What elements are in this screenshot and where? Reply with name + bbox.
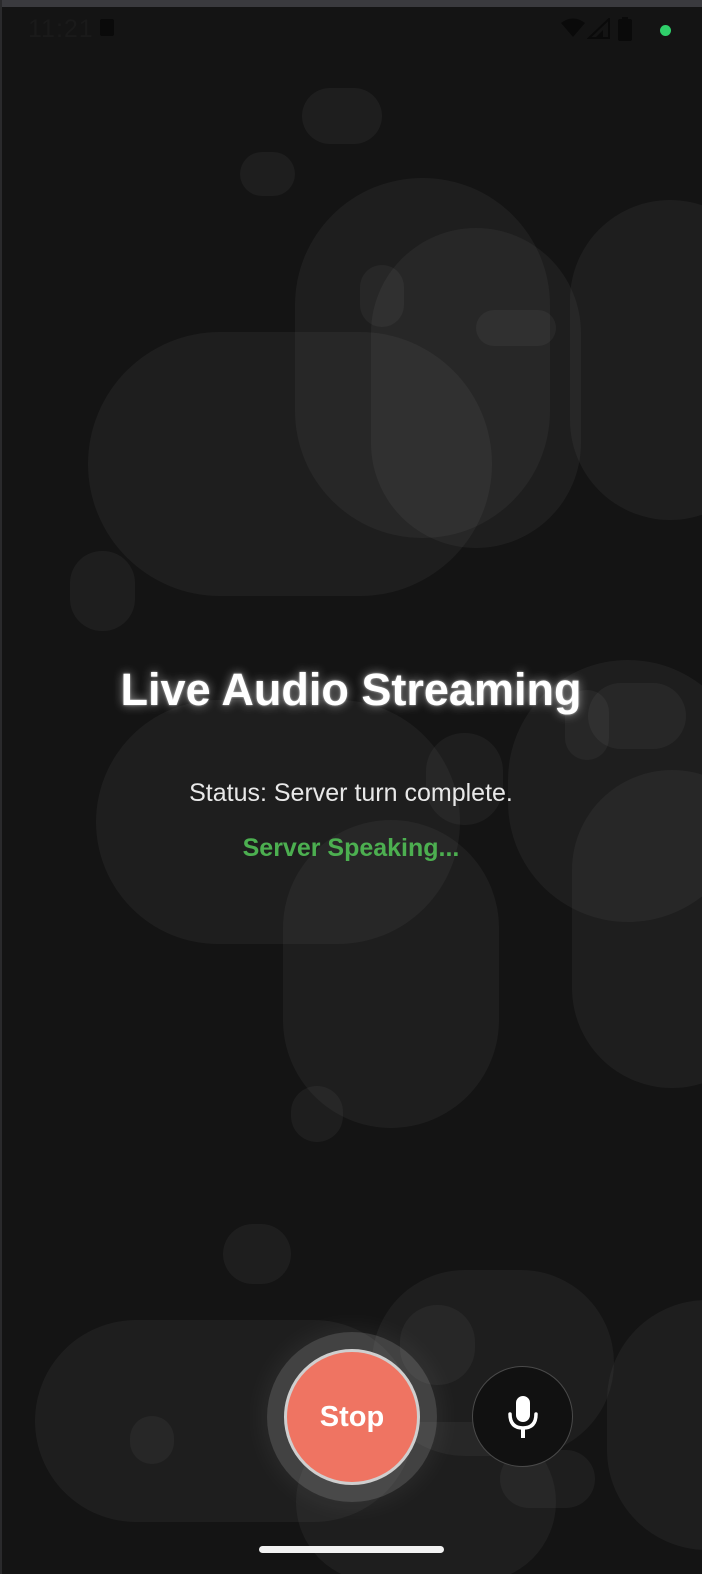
status-bar: 11:21 (0, 7, 702, 51)
app-screen: 11:21 Live Audio Streaming Status: Serve… (0, 0, 702, 1574)
background-shape (70, 551, 135, 631)
notification-a-icon (100, 19, 114, 36)
background-shape (572, 770, 702, 1088)
window-top-edge (0, 0, 702, 7)
background-shape (88, 332, 492, 596)
speaking-indicator: Server Speaking... (242, 834, 460, 862)
active-dot-icon (660, 25, 671, 36)
battery-icon (618, 17, 632, 41)
background-shape (607, 1300, 702, 1550)
background-shape (223, 1224, 291, 1284)
wifi-icon (561, 18, 585, 37)
background-shape (360, 265, 404, 327)
stop-button-label: Stop (319, 1400, 385, 1433)
signal-icon (587, 18, 610, 39)
microphone-button[interactable] (472, 1366, 573, 1467)
microphone-icon (507, 1395, 538, 1438)
home-indicator[interactable] (259, 1546, 444, 1553)
background-shape (130, 1416, 174, 1464)
background-shape (476, 310, 556, 346)
background-shape (302, 88, 382, 144)
page-title: Live Audio Streaming (120, 664, 582, 715)
status-time: 11:21 (28, 15, 94, 43)
background-shape (283, 820, 499, 1128)
background-shape (291, 1086, 343, 1142)
stop-button[interactable]: Stop (284, 1349, 420, 1485)
connection-status: Status: Server turn complete. (189, 779, 513, 807)
background-shape (240, 152, 295, 196)
background-shape (570, 200, 702, 520)
